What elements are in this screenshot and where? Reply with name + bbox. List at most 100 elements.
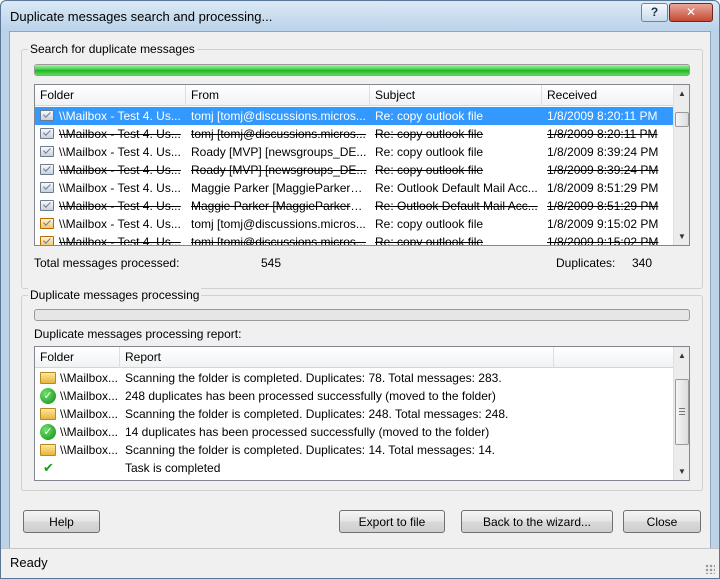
table-row[interactable]: \\Mailbox - Test 4. Us... tomj [tomj@disc… (35, 125, 673, 143)
cell-folder: \\Mailbox - Test 4. Us... (35, 179, 186, 197)
dialog-window: Duplicate messages search and processing… (0, 0, 720, 579)
cell-report-text: 14 duplicates has been processed success… (125, 425, 490, 439)
mail-read-icon (40, 146, 54, 157)
mail-read-icon (40, 200, 54, 211)
folder-icon (40, 372, 56, 384)
mail-reply-icon (40, 236, 54, 245)
report-scroll-thumb[interactable] (675, 379, 689, 445)
cell-folder: \\Mailbox - Test 4. Us... (35, 197, 186, 215)
cell-report-text: Scanning the folder is completed. Duplic… (125, 371, 502, 385)
table-row[interactable]: \\Mailbox - Test 4. Us... Maggie Parker [… (35, 197, 673, 215)
table-row[interactable]: \\Mailbox - Test 4. Us... Roady [MVP] [ne… (35, 143, 673, 161)
mail-read-icon (40, 182, 54, 193)
resize-grip[interactable] (705, 564, 715, 574)
report-scroll-up-arrow[interactable]: ▲ (674, 347, 689, 364)
check-icon: ✔ (43, 460, 54, 475)
list-item[interactable]: \\Mailbox... Scanning the folder is compl… (35, 405, 673, 423)
dialog-client: Search for duplicate messages Folder Fro… (9, 31, 711, 570)
list-item[interactable]: ✓ \\Mailbox... 248 duplicates has been pro… (35, 387, 673, 405)
table-row[interactable]: \\Mailbox - Test 4. Us... Roady [MVP] [ne… (35, 161, 673, 179)
cell-received: 1/8/2009 8:20:11 PM (547, 109, 658, 123)
search-progress-bar (34, 64, 690, 76)
cell-subject: Re: copy outlook file (375, 163, 484, 177)
back-to-wizard-button[interactable]: Back to the wizard... (461, 510, 613, 533)
duplicates-list-header: Folder From Subject Received (35, 85, 673, 106)
column-report[interactable]: Report (120, 347, 554, 368)
cell-report-folder: ✓ \\Mailbox... (35, 423, 120, 441)
cell-subject: Re: Outlook Default Mail Acc... (375, 199, 538, 213)
help-button[interactable]: Help (23, 510, 100, 533)
cell-folder: \\Mailbox - Test 4. Us... (35, 143, 186, 161)
cell-from: tomj [tomj@discussions.micros... (191, 217, 366, 231)
success-icon: ✓ (40, 388, 56, 404)
cell-report-text: Task is completed (125, 461, 221, 475)
mail-read-icon (40, 110, 54, 121)
window-title: Duplicate messages search and processing… (10, 9, 273, 24)
cell-from: tomj [tomj@discussions.micros... (191, 127, 366, 141)
cell-folder: \\Mailbox - Test 4. Us... (35, 233, 186, 245)
cell-report-text: 248 duplicates has been processed succes… (125, 389, 496, 403)
cell-subject: Re: copy outlook file (375, 127, 484, 141)
report-list-header: Folder Report (35, 347, 673, 368)
cell-received: 1/8/2009 8:39:24 PM (547, 145, 659, 159)
close-button[interactable]: Close (623, 510, 701, 533)
cell-subject: Re: Outlook Default Mail Acc... (375, 181, 538, 195)
cell-folder: \\Mailbox - Test 4. Us... (35, 125, 186, 143)
list-item[interactable]: \\Mailbox... Scanning the folder is compl… (35, 369, 673, 387)
scroll-up-arrow[interactable]: ▲ (674, 85, 689, 102)
success-icon: ✓ (40, 424, 56, 440)
search-progress-fill (35, 65, 689, 75)
cell-from: Maggie Parker [MaggieParker@... (191, 199, 370, 213)
report-list[interactable]: Folder Report \\Mailbox... Scanning the f… (34, 346, 690, 481)
table-row[interactable]: \\Mailbox - Test 4. Us... tomj [tomj@disc… (35, 233, 673, 246)
duplicates-scrollbar[interactable]: ▲ ▼ (673, 85, 689, 245)
title-close-button[interactable]: ✕ (669, 3, 713, 22)
cell-received: 1/8/2009 9:15:02 PM (547, 217, 659, 231)
column-folder[interactable]: Folder (35, 85, 186, 106)
duplicates-list[interactable]: Folder From Subject Received \\Mailbox -… (34, 84, 690, 246)
folder-icon (40, 444, 56, 456)
cell-report-folder: \\Mailbox... (35, 405, 120, 423)
column-received[interactable]: Received (542, 85, 673, 106)
table-row[interactable]: \\Mailbox - Test 4. Us... Maggie Parker [… (35, 179, 673, 197)
mail-read-icon (40, 128, 54, 139)
total-processed-label: Total messages processed: (34, 256, 180, 270)
cell-received: 1/8/2009 8:51:29 PM (547, 181, 659, 195)
cell-from: tomj [tomj@discussions.micros... (191, 109, 366, 123)
total-processed-value: 545 (261, 256, 282, 270)
column-from[interactable]: From (186, 85, 370, 106)
scroll-down-arrow[interactable]: ▼ (674, 228, 689, 245)
cell-report-text: Scanning the folder is completed. Duplic… (125, 443, 495, 457)
list-item[interactable]: ✔ Task is completed (35, 459, 673, 477)
cell-folder: \\Mailbox - Test 4. Us... (35, 161, 186, 179)
title-help-button[interactable]: ? (641, 3, 668, 22)
cell-from: Roady [MVP] [newsgroups_DE... (191, 145, 367, 159)
report-scroll-down-arrow[interactable]: ▼ (674, 463, 689, 480)
processing-group-title: Duplicate messages processing (28, 288, 202, 302)
cell-subject: Re: copy outlook file (375, 235, 484, 246)
cell-folder: \\Mailbox - Test 4. Us... (35, 107, 186, 125)
duplicates-count: 340 (632, 256, 653, 270)
cell-report-folder: ✓ \\Mailbox... (35, 387, 120, 405)
list-item[interactable]: ✓ \\Mailbox... 14 duplicates has been proc… (35, 423, 673, 441)
column-subject[interactable]: Subject (370, 85, 542, 106)
title-bar[interactable]: Duplicate messages search and processing… (1, 1, 719, 31)
table-row[interactable]: \\Mailbox - Test 4. Us... tomj [tomj@disc… (35, 215, 673, 233)
duplicates-label: Duplicates: (556, 256, 616, 270)
cell-subject: Re: copy outlook file (375, 217, 484, 231)
cell-received: 1/8/2009 9:15:02 PM (547, 235, 659, 246)
cell-report-folder: \\Mailbox... (35, 441, 120, 459)
column-report-folder[interactable]: Folder (35, 347, 120, 368)
cell-subject: Re: copy outlook file (375, 145, 484, 159)
list-item[interactable]: \\Mailbox... Scanning the folder is compl… (35, 441, 673, 459)
mail-read-icon (40, 164, 54, 175)
scroll-thumb[interactable] (675, 112, 689, 127)
folder-icon (40, 408, 56, 420)
table-row[interactable]: \\Mailbox - Test 4. Us... tomj [tomj@disc… (35, 107, 673, 125)
cell-received: 1/8/2009 8:39:24 PM (547, 163, 659, 177)
cell-from: tomj [tomj@discussions.micros... (191, 235, 366, 246)
report-label: Duplicate messages processing report: (34, 327, 242, 341)
cell-from: Maggie Parker [MaggieParker@... (191, 181, 370, 195)
export-to-file-button[interactable]: Export to file (339, 510, 445, 533)
report-scrollbar[interactable]: ▲ ▼ (673, 347, 689, 480)
